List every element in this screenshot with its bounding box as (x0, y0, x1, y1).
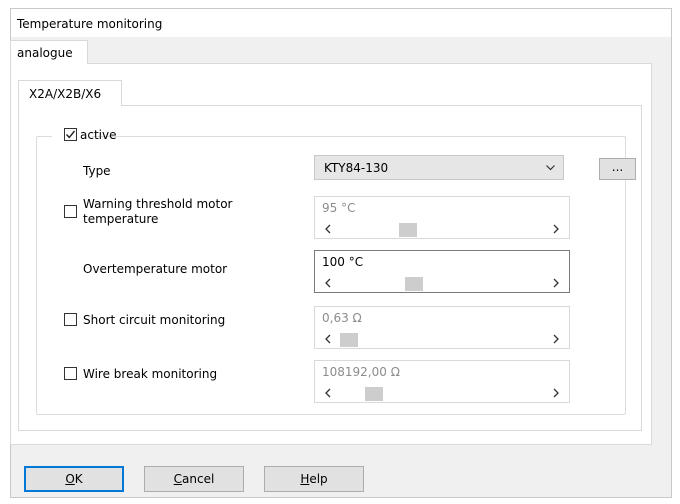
short-circuit-value: 0,63 Ω (322, 311, 362, 325)
cancel-label-rest: ancel (182, 472, 215, 486)
type-select[interactable]: KTY84-130 (314, 155, 564, 180)
tab-analogue[interactable]: analogue (10, 40, 88, 64)
right-arrow-icon[interactable] (552, 276, 560, 293)
overtemperature-slider[interactable] (316, 276, 568, 292)
wire-break-label: Wire break monitoring (83, 367, 218, 381)
tab-x2a-x2b-x6[interactable]: X2A/X2B/X6 (18, 80, 122, 106)
wire-break-slider-box: 108192,00 Ω (314, 360, 570, 403)
warning-threshold-slider[interactable] (316, 222, 568, 238)
short-circuit-slider-box: 0,63 Ω (314, 306, 570, 349)
overtemperature-label: Overtemperature motor (83, 262, 228, 276)
wire-break-slider[interactable] (316, 386, 568, 402)
help-label-rest: elp (309, 472, 328, 486)
warning-threshold-slider-box: 95 °C (314, 196, 570, 239)
left-arrow-icon[interactable] (324, 386, 332, 403)
tab-analogue-label: analogue (17, 46, 73, 60)
right-arrow-icon[interactable] (552, 332, 560, 349)
title-bar: Temperature monitoring (11, 9, 671, 37)
wire-break-slider-thumb[interactable] (364, 387, 383, 401)
left-arrow-icon[interactable] (324, 332, 332, 349)
overtemperature-slider-thumb[interactable] (405, 277, 424, 291)
short-circuit-slider-thumb[interactable] (339, 333, 358, 347)
left-arrow-icon[interactable] (324, 222, 332, 239)
active-checkbox[interactable] (64, 128, 77, 141)
warning-threshold-slider-thumb[interactable] (399, 223, 418, 237)
checkmark-icon (65, 130, 76, 139)
tab-x2a-x2b-x6-label: X2A/X2B/X6 (29, 87, 102, 101)
active-label: active (80, 128, 117, 142)
warning-threshold-value: 95 °C (322, 201, 356, 215)
cancel-button[interactable]: Cancel (144, 466, 244, 492)
warning-threshold-label-line1: Warning threshold motor (83, 197, 233, 211)
right-arrow-icon[interactable] (552, 222, 560, 239)
window-title: Temperature monitoring (17, 17, 163, 31)
ok-button[interactable]: OK (24, 466, 124, 492)
help-button[interactable]: Help (264, 466, 364, 492)
warning-threshold-checkbox[interactable] (64, 205, 77, 218)
short-circuit-slider[interactable] (316, 332, 568, 348)
warning-threshold-label-line2: temperature (83, 212, 159, 226)
short-circuit-checkbox[interactable] (64, 313, 77, 326)
right-arrow-icon[interactable] (552, 386, 560, 403)
type-label: Type (83, 164, 111, 178)
type-select-value: KTY84-130 (324, 161, 389, 175)
overtemperature-value: 100 °C (322, 255, 364, 269)
active-checkbox-group[interactable]: active (52, 127, 116, 143)
left-arrow-icon[interactable] (324, 276, 332, 293)
ok-mnemonic: O (65, 472, 75, 486)
type-more-button[interactable]: ... (599, 158, 636, 180)
wire-break-value: 108192,00 Ω (322, 365, 400, 379)
short-circuit-label: Short circuit monitoring (83, 313, 226, 327)
wire-break-checkbox[interactable] (64, 367, 77, 380)
ok-label-rest: K (74, 472, 83, 486)
chevron-down-icon (545, 162, 556, 176)
cancel-mnemonic: C (173, 472, 183, 486)
help-mnemonic: H (300, 472, 310, 486)
overtemperature-slider-box: 100 °C (314, 250, 570, 293)
